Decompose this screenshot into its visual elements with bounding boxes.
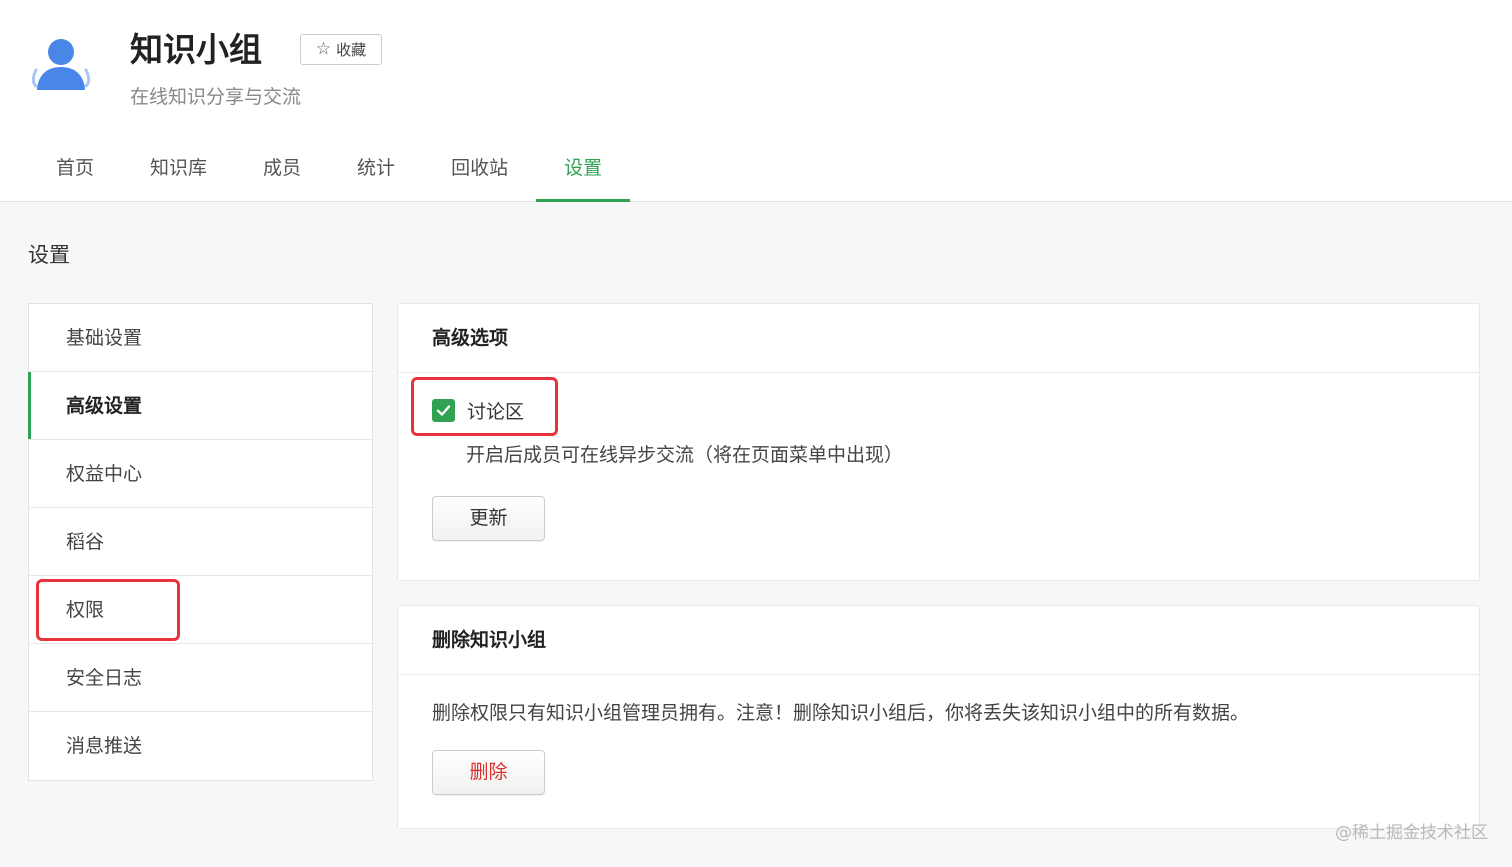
advanced-options-panel: 高级选项 讨论区 开启后成员可在线异步交流（将在页面菜单中出现） 更新 [397,303,1480,581]
discussion-description: 开启后成员可在线异步交流（将在页面菜单中出现） [466,444,904,466]
advanced-options-title: 高级选项 [398,304,1479,373]
sidebar-item-rice[interactable]: 稻谷 [29,508,372,576]
delete-group-panel: 删除知识小组 删除权限只有知识小组管理员拥有。注意！删除知识小组后，你将丢失该知… [397,605,1480,829]
group-avatar-icon [28,32,94,92]
group-header: 知识小组 ☆ 收藏 在线知识分享与交流 首页 知识库 成员 统计 回收站 设置 [0,0,1512,202]
checkmark-icon [436,405,451,416]
favorite-button[interactable]: ☆ 收藏 [300,34,382,65]
sidebar-item-benefits-center[interactable]: 权益中心 [29,440,372,508]
page-title: 设置 [28,243,70,267]
sidebar-item-advanced-settings[interactable]: 高级设置 [28,372,372,440]
sidebar-item-security-log[interactable]: 安全日志 [29,644,372,712]
delete-button[interactable]: 删除 [432,750,545,795]
update-button[interactable]: 更新 [432,496,545,541]
tab-knowledge-base[interactable]: 知识库 [122,140,235,202]
star-icon: ☆ [315,39,332,59]
sidebar-item-message-push[interactable]: 消息推送 [29,712,372,780]
group-title: 知识小组 [130,30,262,69]
discussion-checkbox[interactable] [432,399,455,422]
delete-group-title: 删除知识小组 [398,606,1479,675]
main-tabs: 首页 知识库 成员 统计 回收站 设置 [28,140,631,202]
sidebar-item-basic-settings[interactable]: 基础设置 [29,304,372,372]
tab-home[interactable]: 首页 [28,140,122,202]
tab-statistics[interactable]: 统计 [329,140,423,202]
delete-group-description: 删除权限只有知识小组管理员拥有。注意！删除知识小组后，你将丢失该知识小组中的所有… [432,702,1250,724]
sidebar-item-permissions[interactable]: 权限 [29,576,372,644]
watermark: @稀土掘金技术社区 [1335,823,1488,843]
tab-settings[interactable]: 设置 [536,140,631,202]
discussion-checkbox-row[interactable]: 讨论区 [432,397,524,424]
tab-recycle-bin[interactable]: 回收站 [423,140,536,202]
discussion-label: 讨论区 [467,401,525,423]
settings-sidebar: 基础设置 高级设置 权益中心 稻谷 权限 安全日志 消息推送 [28,303,373,781]
tab-members[interactable]: 成员 [235,140,329,202]
group-subtitle: 在线知识分享与交流 [130,86,302,108]
favorite-label: 收藏 [336,41,367,59]
